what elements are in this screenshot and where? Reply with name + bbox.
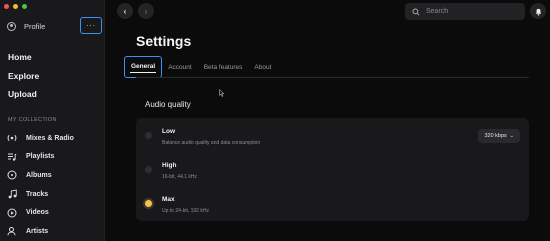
quality-option-max[interactable]: Max Up to 24-bit, 192 kHz [136, 188, 529, 222]
tab-account[interactable]: Account [168, 64, 192, 71]
option-subtitle: Balance audio quality and data consumpti… [162, 140, 261, 146]
tab-label: General [131, 63, 156, 70]
tab-beta-features[interactable]: Beta features [204, 64, 243, 71]
chevron-down-icon: ⌄ [509, 133, 514, 139]
sidebar-item-label: Tracks [26, 190, 49, 198]
quality-select-value: 320 kbps [484, 133, 507, 139]
album-icon [7, 170, 17, 180]
profile-row[interactable]: Profile ··· [7, 17, 102, 34]
search-icon [412, 7, 420, 16]
quality-option-high[interactable]: High 16-bit, 44.1 kHz [136, 154, 529, 188]
forward-button[interactable]: › [138, 3, 154, 19]
sidebar-item-albums[interactable]: Albums [7, 166, 74, 185]
minimize-window-button[interactable] [13, 4, 18, 9]
bell-icon [535, 8, 541, 16]
notifications-button[interactable] [530, 3, 546, 19]
search-placeholder: Search [426, 8, 449, 15]
tabs-divider [136, 77, 529, 78]
main-nav: Home Explore Upload [8, 48, 39, 104]
active-tab-indicator [130, 72, 157, 73]
radio-icon [7, 133, 17, 143]
search-input[interactable]: Search [405, 3, 525, 20]
sidebar-item-label: Videos [26, 209, 49, 217]
sidebar-item-label: Mixes & Radio [26, 134, 74, 142]
option-subtitle: Up to 24-bit, 192 kHz [162, 208, 209, 214]
mouse-cursor-icon [219, 89, 224, 97]
radio-button[interactable] [145, 166, 152, 173]
music-note-icon [7, 189, 17, 199]
artist-icon [7, 226, 17, 236]
tab-about[interactable]: About [254, 64, 271, 71]
profile-icon [7, 21, 16, 31]
sidebar-item-tracks[interactable]: Tracks [7, 185, 74, 204]
close-window-button[interactable] [4, 4, 9, 9]
quality-option-low[interactable]: Low Balance audio quality and data consu… [136, 120, 529, 154]
sidebar-item-playlists[interactable]: Playlists [7, 148, 74, 167]
sidebar-item-mixes-radio[interactable]: Mixes & Radio [7, 129, 74, 148]
sidebar-item-label: Albums [26, 171, 52, 179]
sidebar-item-label: Playlists [26, 153, 55, 161]
sidebar-item-artists[interactable]: Artists [7, 222, 74, 241]
sidebar-item-videos[interactable]: Videos [7, 203, 74, 222]
tab-general[interactable]: General [124, 56, 163, 78]
audio-quality-card: Low Balance audio quality and data consu… [136, 118, 529, 221]
back-button[interactable]: ‹ [117, 3, 133, 19]
option-subtitle: 16-bit, 44.1 kHz [162, 174, 198, 180]
more-options-button[interactable]: ··· [80, 17, 102, 34]
page-title: Settings [136, 33, 192, 49]
playlist-icon [7, 152, 17, 162]
maximize-window-button[interactable] [22, 4, 27, 9]
audio-quality-title: Audio quality [145, 100, 191, 109]
quality-select[interactable]: 320 kbps ⌄ [478, 129, 520, 143]
window-controls [4, 4, 27, 9]
profile-label: Profile [24, 21, 46, 31]
sidebar-item-label: Artists [26, 227, 49, 235]
video-icon [7, 208, 17, 218]
sidebar: Profile ··· Home Explore Upload MY COLLE… [0, 0, 105, 241]
nav-explore[interactable]: Explore [8, 67, 39, 86]
nav-upload[interactable]: Upload [8, 85, 39, 104]
option-title: Max [162, 196, 175, 203]
nav-home[interactable]: Home [8, 48, 39, 67]
settings-tabs: General Account Beta features About [124, 56, 283, 78]
option-title: Low [162, 128, 175, 135]
option-title: High [162, 162, 177, 169]
collection-section-label: MY COLLECTION [8, 117, 57, 123]
collection-list: Mixes & Radio Playlists Albums Tracks Vi… [7, 129, 74, 241]
radio-button[interactable] [145, 200, 152, 207]
radio-button[interactable] [145, 132, 152, 139]
